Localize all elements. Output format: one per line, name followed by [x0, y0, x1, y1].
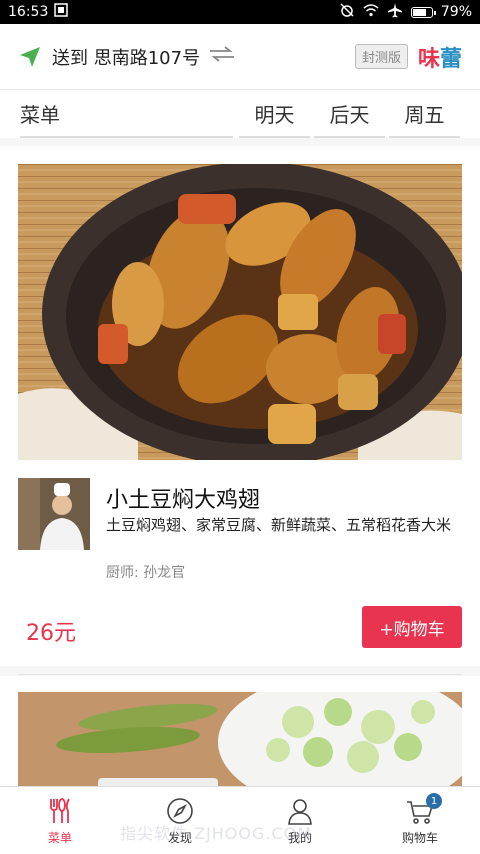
app-header: 送到 思南路107号 封测版 味蕾 — [0, 24, 480, 90]
tab-menu: 菜单 — [20, 90, 233, 138]
chef-name: 厨师: 孙龙官 — [106, 565, 186, 581]
add-to-cart-button[interactable]: +购物车 — [362, 606, 462, 648]
chef-avatar[interactable] — [18, 478, 90, 550]
cutlery-icon — [50, 797, 70, 823]
dish-card-next[interactable] — [0, 676, 480, 786]
tab-day-1[interactable]: 后天 — [314, 90, 385, 138]
bottom-nav: 菜单 发现 我的 购物车 1 — [0, 786, 480, 854]
nav-profile[interactable]: 我的 — [240, 787, 360, 854]
nav-label-discover: 发现 — [167, 830, 192, 845]
status-bar: 16:53 79% — [0, 0, 480, 24]
nav-cart[interactable]: 购物车 1 — [360, 787, 480, 854]
wifi-icon — [363, 3, 379, 21]
dish-price: 26元 — [26, 621, 76, 646]
cart-badge: 1 — [426, 793, 442, 809]
app-logo: 味蕾 — [418, 41, 462, 73]
tab-day-0[interactable]: 明天 — [239, 90, 310, 138]
battery-icon — [410, 6, 436, 18]
beta-badge: 封测版 — [354, 44, 408, 69]
dish-description: 土豆焖鸡翅、家常豆腐、新鲜蔬菜、五常稻花香大米 — [106, 516, 452, 534]
day-tabs: 菜单 明天 后天 周五 — [0, 90, 480, 138]
card-divider — [18, 674, 462, 675]
nav-label-cart: 购物车 — [401, 830, 438, 845]
dish-photo-next[interactable] — [18, 692, 462, 786]
nav-menu[interactable]: 菜单 — [0, 787, 120, 854]
compass-icon — [167, 797, 193, 824]
dish-card[interactable]: 小土豆焖大鸡翅 土豆焖鸡翅、家常豆腐、新鲜蔬菜、五常稻花香大米 厨师: 孙龙官 … — [0, 146, 480, 675]
tab-day-2[interactable]: 周五 — [389, 90, 460, 138]
nav-label-profile: 我的 — [287, 830, 312, 845]
nav-discover[interactable]: 发现 — [120, 787, 240, 854]
alarm-off-icon — [339, 2, 355, 22]
nav-label-menu: 菜单 — [47, 830, 72, 845]
battery-percent: 79% — [440, 4, 472, 20]
dish-title[interactable]: 小土豆焖大鸡翅 — [106, 482, 260, 514]
user-icon — [288, 798, 312, 825]
delivery-address[interactable]: 送到 思南路107号 — [52, 44, 200, 70]
location-arrow-icon[interactable] — [18, 45, 42, 69]
status-time: 16:53 — [8, 4, 49, 20]
swap-icon[interactable] — [208, 45, 236, 68]
notification-icon — [54, 3, 69, 21]
logo-part2: 蕾 — [439, 46, 462, 72]
dish-photo[interactable] — [18, 164, 462, 460]
logo-part1: 味 — [417, 46, 440, 72]
airplane-icon — [387, 2, 403, 22]
dish-list[interactable]: 小土豆焖大鸡翅 土豆焖鸡翅、家常豆腐、新鲜蔬菜、五常稻花香大米 厨师: 孙龙官 … — [0, 138, 480, 786]
